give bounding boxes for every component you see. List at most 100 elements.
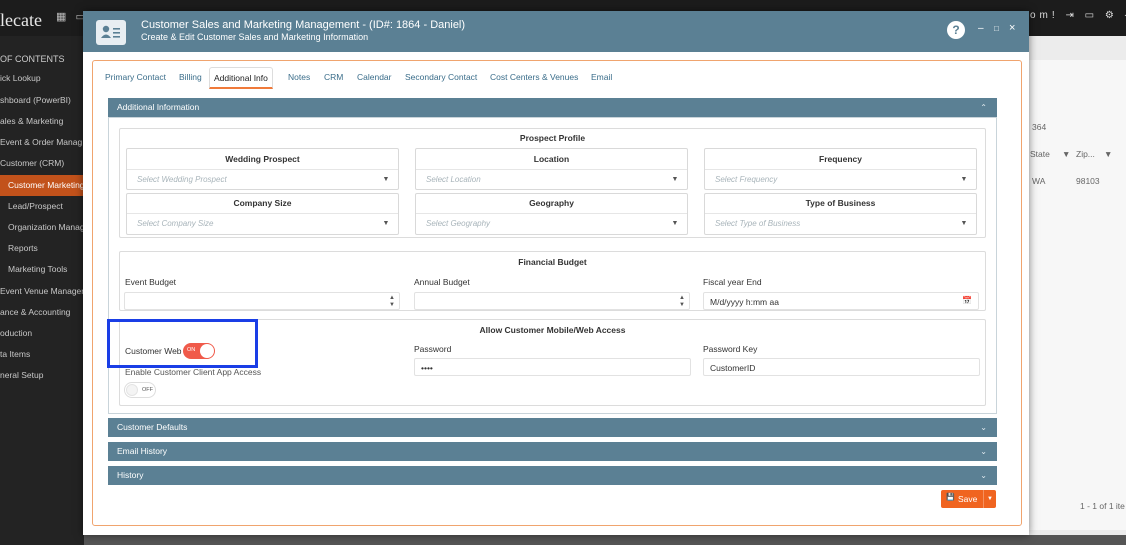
client-app-access-toggle[interactable]: OFF — [124, 382, 156, 398]
calendar-icon[interactable]: 📅 — [962, 296, 972, 305]
customer-defaults-header[interactable]: Customer Defaults ⌄ — [108, 418, 997, 437]
additional-info-body: Prospect Profile Wedding Prospect Select… — [108, 117, 997, 414]
sidebar-item-general-setup[interactable]: neral Setup — [0, 365, 84, 386]
history-header[interactable]: History ⌄ — [108, 466, 997, 485]
additional-info-header[interactable]: Additional Information ⌃ — [108, 98, 997, 117]
chevron-down-icon[interactable]: ▼ — [958, 218, 970, 230]
geography-label: Geography — [529, 198, 574, 208]
location-select[interactable]: Select Location ▼ — [416, 169, 687, 189]
sidebar-item-lead-prospect[interactable]: Lead/Prospect — [0, 196, 84, 217]
password-key-label: Password Key — [703, 344, 758, 354]
spinner-icon[interactable]: ▲ ▼ — [389, 295, 395, 309]
password-input[interactable]: •••• — [414, 358, 691, 376]
save-button[interactable]: 💾 Save ▼ — [941, 490, 996, 508]
frequency-label: Frequency — [819, 154, 862, 164]
highlight-box — [107, 319, 258, 368]
sidebar-item-sales-marketing[interactable]: ales & Marketing — [0, 111, 84, 132]
contact-card-icon — [96, 20, 126, 45]
sidebar: OF CONTENTS ick Lookup shboard (PowerBI)… — [0, 36, 84, 545]
tab-crm[interactable]: CRM — [320, 70, 347, 92]
tab-cost-centers-venues[interactable]: Cost Centers & Venues — [486, 70, 582, 92]
toggle-off-text: OFF — [142, 387, 153, 393]
annual-budget-label: Annual Budget — [414, 277, 470, 287]
client-app-access-label: Enable Customer Client App Access — [125, 367, 262, 377]
close-button[interactable]: × — [1009, 22, 1015, 34]
content-frame: Primary Contact Billing Additional Info … — [92, 60, 1022, 526]
event-budget-label: Event Budget — [125, 277, 177, 287]
fiscal-year-end-label: Fiscal year End — [703, 277, 762, 287]
fiscal-year-end-input[interactable]: M/d/yyyy h:mm aa 📅 — [703, 292, 979, 310]
geography-placeholder: Select Geography — [426, 219, 491, 228]
type-of-business-placeholder: Select Type of Business — [715, 219, 801, 228]
modal-title: Customer Sales and Marketing Management … — [141, 19, 466, 31]
sidebar-item-reports[interactable]: Reports — [0, 238, 84, 259]
type-of-business-select[interactable]: Select Type of Business ▼ — [705, 213, 976, 233]
modal-header: Customer Sales and Marketing Management … — [83, 11, 1029, 52]
sidebar-item-dashboard[interactable]: shboard (PowerBI) — [0, 90, 84, 111]
sidebar-item-quick-lookup[interactable]: ick Lookup — [0, 68, 84, 89]
chevron-down-icon[interactable]: ▼ — [380, 174, 392, 186]
frequency-placeholder: Select Frequency — [715, 175, 778, 184]
chevron-down-icon[interactable]: ▼ — [380, 218, 392, 230]
tab-secondary-contact[interactable]: Secondary Contact — [401, 70, 481, 92]
app-logo: lecate — [0, 10, 42, 30]
background-grid: 364 State ▼ Zip... ▼ WA 98103 1 - 1 of 1… — [1020, 60, 1126, 530]
email-history-header[interactable]: Email History ⌄ — [108, 442, 997, 461]
sidebar-item-event-order[interactable]: Event & Order Manag... — [0, 132, 84, 153]
company-size-select[interactable]: Select Company Size ▼ — [127, 213, 398, 233]
wedding-prospect-select[interactable]: Select Wedding Prospect ▼ — [127, 169, 398, 189]
tab-email[interactable]: Email — [587, 70, 616, 92]
sidebar-item-finance[interactable]: ance & Accounting — [0, 302, 84, 323]
frequency-group: Frequency Select Frequency ▼ — [704, 148, 977, 190]
save-icon: 💾 — [946, 494, 955, 501]
password-key-input[interactable]: CustomerID — [703, 358, 980, 376]
geography-select[interactable]: Select Geography ▼ — [416, 213, 687, 233]
password-value: •••• — [421, 363, 433, 373]
tab-billing[interactable]: Billing — [175, 70, 206, 92]
tab-notes[interactable]: Notes — [284, 70, 314, 92]
sidebar-item-marketing-tools[interactable]: Marketing Tools — [0, 259, 84, 280]
save-dropdown-icon[interactable]: ▼ — [983, 490, 996, 508]
wedding-prospect-group: Wedding Prospect Select Wedding Prospect… — [126, 148, 399, 190]
location-group: Location Select Location ▼ — [415, 148, 688, 190]
sidebar-item-customer-marketing[interactable]: Customer Marketing — [0, 175, 84, 196]
grid-col-zip[interactable]: Zip... — [1076, 149, 1095, 159]
spinner-icon[interactable]: ▲ ▼ — [679, 295, 685, 309]
minimize-button[interactable]: – — [978, 23, 984, 34]
event-budget-input[interactable]: ▲ ▼ — [124, 292, 400, 310]
tab-primary-contact[interactable]: Primary Contact — [101, 70, 170, 92]
modal-subtitle: Create & Edit Customer Sales and Marketi… — [141, 32, 369, 42]
company-size-placeholder: Select Company Size — [137, 219, 214, 228]
chevron-down-icon[interactable]: ⌄ — [980, 466, 987, 485]
annual-budget-input[interactable]: ▲ ▼ — [414, 292, 690, 310]
company-size-label: Company Size — [233, 198, 292, 208]
tab-additional-info[interactable]: Additional Info — [209, 67, 273, 89]
company-size-group: Company Size Select Company Size ▼ — [126, 193, 399, 235]
tab-calendar[interactable]: Calendar — [353, 70, 396, 92]
frequency-select[interactable]: Select Frequency ▼ — [705, 169, 976, 189]
grid-col-state[interactable]: State — [1030, 149, 1050, 159]
wedding-prospect-placeholder: Select Wedding Prospect — [137, 175, 227, 184]
maximize-button[interactable]: □ — [994, 24, 999, 33]
sidebar-item-data-items[interactable]: ta Items — [0, 344, 84, 365]
financial-budget-title: Financial Budget — [518, 257, 587, 267]
geography-group: Geography Select Geography ▼ — [415, 193, 688, 235]
sidebar-item-customer-crm[interactable]: Customer (CRM) — [0, 153, 84, 174]
chevron-down-icon[interactable]: ⌄ — [980, 418, 987, 437]
filter-icon[interactable]: ▼ — [1104, 149, 1112, 159]
sidebar-item-organization[interactable]: Organization Manag — [0, 217, 84, 238]
sidebar-item-event-venue[interactable]: Event Venue Managem — [0, 281, 84, 302]
help-button[interactable]: ? — [947, 21, 965, 39]
chevron-down-icon[interactable]: ⌄ — [980, 442, 987, 461]
topbar-action-icons[interactable]: om! ⇥ ▭ ⚙ ◀ ◐ — [1030, 10, 1126, 21]
chevron-down-icon[interactable]: ▼ — [669, 218, 681, 230]
password-key-value: CustomerID — [710, 363, 756, 373]
grid-pager: 1 - 1 of 1 ite — [1080, 501, 1125, 511]
tab-bar: Primary Contact Billing Additional Info … — [93, 67, 1013, 92]
sidebar-item-production[interactable]: oduction — [0, 323, 84, 344]
chevron-down-icon[interactable]: ▼ — [958, 174, 970, 186]
chevron-up-icon[interactable]: ⌃ — [980, 98, 987, 117]
history-title: History — [117, 470, 144, 480]
filter-icon[interactable]: ▼ — [1062, 149, 1070, 159]
chevron-down-icon[interactable]: ▼ — [669, 174, 681, 186]
